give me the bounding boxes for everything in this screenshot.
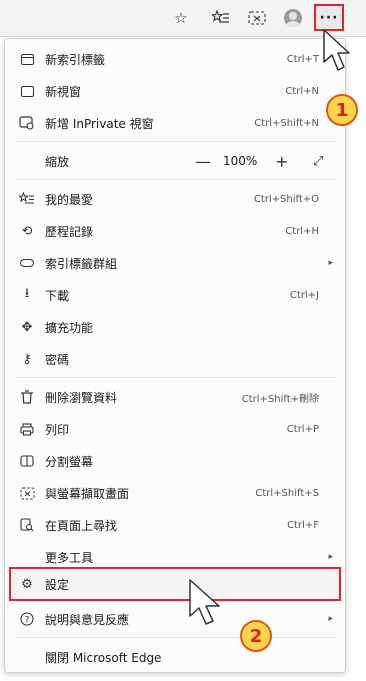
menu-item-close-edge[interactable]: 關閉 Microsoft Edge <box>5 641 345 673</box>
menu-divider <box>15 141 337 142</box>
step-badge-2: 2 <box>240 620 272 652</box>
menu-item-label: 在頁面上尋找 <box>45 518 118 533</box>
menu-item-label: 下載 <box>45 288 70 303</box>
menu-item-shortcut: Ctrl+H <box>285 225 319 237</box>
menu-item-downloads[interactable]: ⭳ 下載 Ctrl+J <box>5 279 345 311</box>
find-icon <box>19 517 35 533</box>
download-icon: ⭳ <box>24 286 30 301</box>
mouse-cursor-icon <box>323 29 350 71</box>
gear-icon: ⚙ <box>21 576 33 592</box>
menu-divider <box>15 179 337 180</box>
menu-item-passwords[interactable]: ⚷ 密碼 <box>5 343 345 375</box>
menu-item-label: 索引標籤群組 <box>45 256 118 271</box>
menu-item-label: 歷程記錄 <box>45 224 94 239</box>
star-outline-icon[interactable]: ☆ <box>170 7 192 29</box>
split-screen-icon <box>19 453 35 469</box>
menu-item-new-inprivate-window[interactable]: 新增 InPrivate 視窗 Ctrl+Shift+N <box>5 107 345 139</box>
menu-item-shortcut: Ctrl+F <box>287 519 319 531</box>
menu-item-clear-browsing-data[interactable]: 刪除瀏覽資料 Ctrl+Shift+刪除 <box>5 381 345 413</box>
menu-item-label: 與螢幕擷取畫面 <box>45 486 130 501</box>
menu-item-new-tab[interactable]: 新索引標籤 Ctrl+T <box>5 43 345 75</box>
menu-item-label: 我的最愛 <box>45 192 94 207</box>
key-icon: ⚷ <box>22 351 32 367</box>
menu-item-settings[interactable]: ⚙ 設定 <box>5 568 345 600</box>
chevron-right-icon: ▸ <box>328 552 333 562</box>
browser-toolbar: ☆ ··· <box>0 0 366 37</box>
favorites-icon[interactable] <box>210 7 232 29</box>
chevron-right-icon: ▸ <box>328 258 333 268</box>
menu-item-label: 新索引標籤 <box>45 52 106 67</box>
trash-icon <box>19 389 35 405</box>
menu-item-extensions[interactable]: ✥ 擴充功能 <box>5 311 345 343</box>
menu-item-label: 新視窗 <box>45 84 82 99</box>
chevron-right-icon: ▸ <box>328 614 333 624</box>
menu-item-screenshot[interactable]: 與螢幕擷取畫面 Ctrl+Shift+S <box>5 477 345 509</box>
menu-item-shortcut: Ctrl+Shift+O <box>253 193 319 205</box>
menu-item-shortcut: Ctrl+Shift+刪除 <box>241 393 319 405</box>
menu-item-shortcut: Ctrl+N <box>285 85 319 97</box>
menu-item-label: 設定 <box>45 577 70 592</box>
tab-groups-icon <box>19 255 35 271</box>
menu-item-history[interactable]: ⟲ 歷程記錄 Ctrl+H <box>5 215 345 247</box>
zoom-in-button[interactable]: + <box>275 152 288 171</box>
menu-item-help-and-feedback[interactable]: ? 說明與意見反應 ▸ <box>5 603 345 635</box>
menu-item-label: 擴充功能 <box>45 320 94 335</box>
menu-item-shortcut: Ctrl+T <box>286 53 319 65</box>
history-icon: ⟲ <box>21 223 33 239</box>
menu-item-find-on-page[interactable]: 在頁面上尋找 Ctrl+F <box>5 509 345 541</box>
menu-divider <box>15 377 337 378</box>
mouse-cursor-icon <box>189 579 220 625</box>
screenshot-icon <box>19 485 35 501</box>
menu-item-label: 關閉 Microsoft Edge <box>45 650 162 665</box>
extensions-icon: ✥ <box>21 319 33 335</box>
svg-text:?: ? <box>25 616 30 626</box>
help-icon: ? <box>19 611 35 627</box>
menu-item-shortcut: Ctrl+Shift+S <box>255 487 319 499</box>
new-window-icon <box>19 83 35 99</box>
screenshot-icon[interactable] <box>246 7 268 29</box>
favorites-icon <box>19 191 35 207</box>
menu-item-favorites[interactable]: 我的最愛 Ctrl+Shift+O <box>5 183 345 215</box>
zoom-level: 100% <box>223 154 258 168</box>
settings-and-more-button[interactable]: ··· <box>314 4 344 31</box>
menu-item-print[interactable]: 列印 Ctrl+P <box>5 413 345 445</box>
menu-item-tab-groups[interactable]: 索引標籤群組 ▸ <box>5 247 345 279</box>
menu-item-label: 刪除瀏覽資料 <box>45 390 118 405</box>
profile-avatar-icon[interactable] <box>284 9 302 27</box>
step-badge-1: 1 <box>326 94 358 126</box>
menu-item-label: 說明與意見反應 <box>45 612 130 627</box>
menu-item-label: 列印 <box>45 422 70 437</box>
menu-item-label: 更多工具 <box>45 550 94 565</box>
print-icon <box>19 421 35 437</box>
menu-item-label: 新增 InPrivate 視窗 <box>45 116 154 131</box>
settings-and-more-menu: 新索引標籤 Ctrl+T 新視窗 Ctrl+N 新增 InPrivate 視窗 … <box>4 38 346 673</box>
menu-item-zoom: 縮放 — 100% + ⤢ <box>5 145 345 177</box>
menu-item-new-window[interactable]: 新視窗 Ctrl+N <box>5 75 345 107</box>
menu-item-shortcut: Ctrl+P <box>286 423 319 435</box>
menu-item-label: 密碼 <box>45 352 70 367</box>
menu-divider <box>15 637 337 638</box>
menu-item-shortcut: Ctrl+J <box>289 289 319 301</box>
zoom-out-button[interactable]: — <box>195 152 211 171</box>
fullscreen-icon[interactable]: ⤢ <box>313 154 323 169</box>
inprivate-icon <box>19 115 35 131</box>
menu-item-label: 分割螢幕 <box>45 454 94 469</box>
menu-item-split-screen[interactable]: 分割螢幕 <box>5 445 345 477</box>
new-tab-icon <box>19 51 35 67</box>
menu-item-label: 縮放 <box>45 154 70 169</box>
menu-item-shortcut: Ctrl+Shift+N <box>254 117 319 129</box>
